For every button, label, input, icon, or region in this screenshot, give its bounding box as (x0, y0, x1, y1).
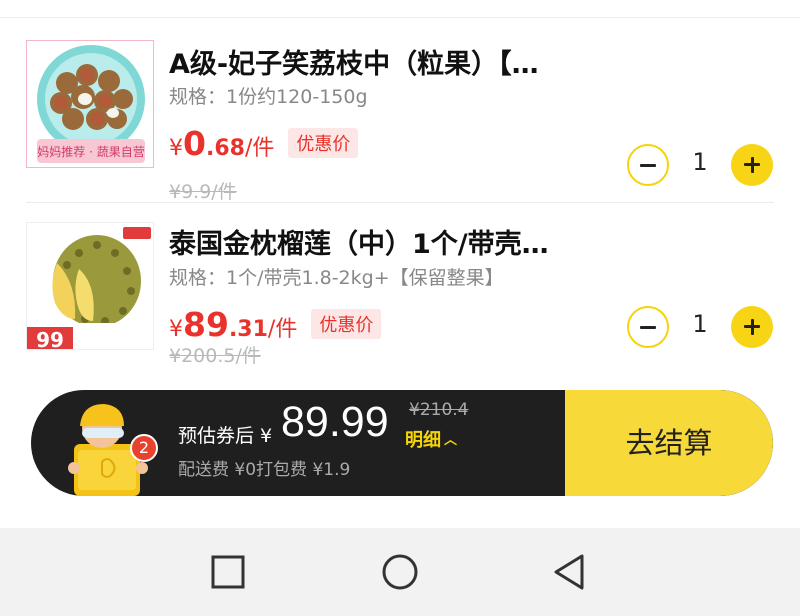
image-caption: 妈妈推荐 · 蔬果自营 (37, 145, 144, 159)
price-integer: 89 (183, 305, 229, 344)
original-price: ¥200.5/件 (169, 345, 261, 367)
square-recent-apps-icon (211, 555, 245, 589)
product-price: ¥89.31/件 优惠价 (169, 305, 382, 344)
price-decimal: .68 (205, 136, 245, 161)
product-price: ¥0.68/件 优惠价 (169, 124, 359, 163)
discount-badge: 优惠价 (288, 128, 359, 158)
increase-quantity-button[interactable] (731, 306, 773, 348)
system-navigation-bar (0, 528, 800, 616)
quantity-value: 1 (692, 148, 708, 176)
estimated-total-price: 89.99 (281, 398, 389, 446)
detail-label: 明细 (405, 430, 441, 451)
back-button[interactable] (530, 528, 610, 616)
increase-quantity-button[interactable] (731, 144, 773, 186)
lychee-image-icon: 妈妈推荐 · 蔬果自营 (27, 41, 153, 167)
price-currency: ¥ (169, 136, 183, 161)
image-caption: 99 (36, 328, 64, 350)
original-total-price: ¥210.4 (409, 400, 469, 420)
recent-apps-button[interactable] (188, 528, 268, 616)
estimated-price-label: 预估券后 ¥ (178, 425, 273, 447)
price-unit: /件 (267, 317, 298, 342)
product-title[interactable]: A级-妃子笑荔枝中（粒果）【… (169, 42, 619, 81)
quantity-stepper: 1 (627, 144, 775, 188)
checkout-button[interactable]: 去结算 (565, 390, 773, 496)
price-decimal: .31 (228, 317, 268, 342)
decrease-quantity-button[interactable] (627, 306, 669, 348)
cart-count-badge: 2 (130, 434, 158, 462)
chevron-up-icon: ︿ (444, 433, 458, 448)
price-detail-toggle[interactable]: 明细 ︿ (405, 426, 457, 452)
price-currency: ¥ (169, 317, 183, 342)
quantity-stepper: 1 (627, 306, 775, 350)
product-spec: 规格：1份约120-150g (169, 86, 368, 108)
product-spec: 规格：1个/带壳1.8-2kg+【保留整果】 (169, 267, 504, 289)
top-divider (0, 17, 800, 18)
price-integer: 0 (183, 124, 206, 163)
decrease-quantity-button[interactable] (627, 144, 669, 186)
quantity-value: 1 (692, 310, 708, 338)
fee-summary: 配送费 ¥0打包费 ¥1.9 (178, 460, 351, 480)
home-button[interactable] (360, 528, 440, 616)
price-unit: /件 (244, 136, 275, 161)
cart-item: 99 泰国金枕榴莲（中）1个/带壳… 规格：1个/带壳1.8-2kg+【保留整果… (0, 200, 800, 370)
cart-item: 妈妈推荐 · 蔬果自营 A级-妃子笑荔枝中（粒果）【… 规格：1份约120-15… (0, 20, 800, 203)
product-image[interactable]: 妈妈推荐 · 蔬果自营 (26, 40, 154, 168)
triangle-back-icon (554, 554, 584, 590)
discount-badge: 优惠价 (311, 309, 382, 339)
product-title[interactable]: 泰国金枕榴莲（中）1个/带壳… (169, 222, 619, 261)
durian-image-icon: 99 (27, 223, 153, 350)
product-image[interactable]: 99 (26, 222, 154, 350)
circle-home-icon (382, 554, 418, 590)
